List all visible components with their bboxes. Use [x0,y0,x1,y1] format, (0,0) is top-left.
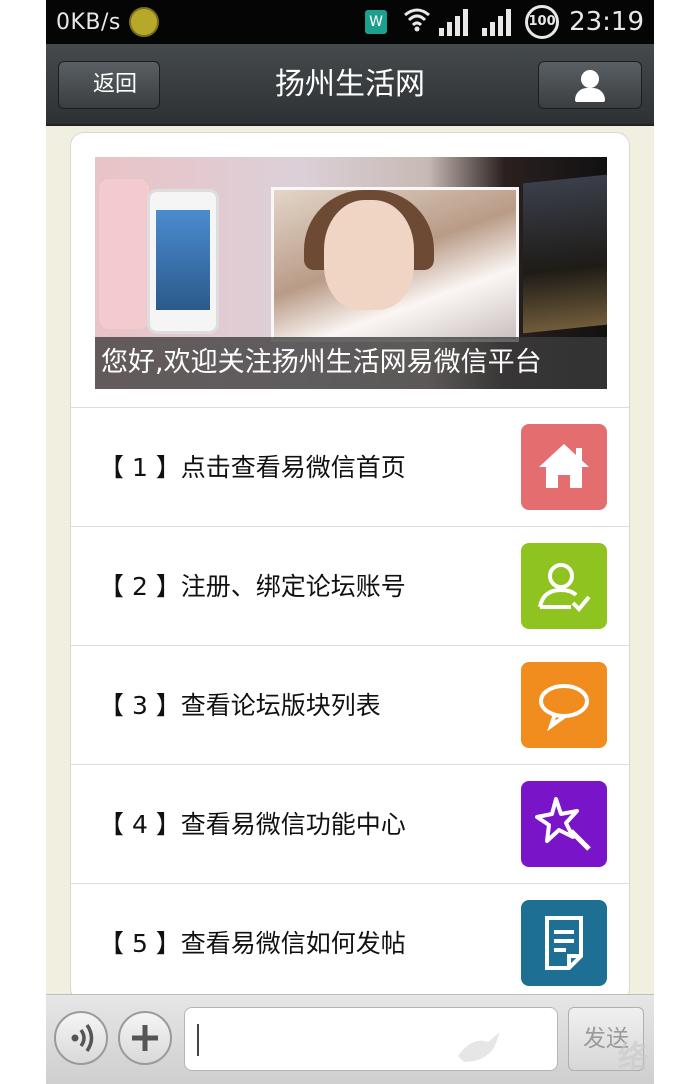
menu-item-register[interactable]: 【 2 】注册、绑定论坛账号 [71,526,629,645]
frame-right [654,0,700,1084]
banner-image[interactable]: 您好,欢迎关注扬州生活网易微信平台 [95,157,607,389]
menu-item-label: 【 2 】注册、绑定论坛账号 [99,572,406,601]
menu-list: 【 1 】点击查看易微信首页 【 2 】注册、绑定论坛账号 【 3 】查看论坛版… [71,407,629,1001]
watermark-bird-icon [458,1032,500,1062]
text-caret [197,1024,199,1056]
back-button[interactable]: 返回 [58,61,160,109]
menu-item-label: 【 4 】查看易微信功能中心 [99,810,406,839]
menu-item-home[interactable]: 【 1 】点击查看易微信首页 [71,407,629,526]
menu-item-how-to-post[interactable]: 【 5 】查看易微信如何发帖 [71,883,629,1001]
w-app-icon: W [365,10,388,34]
banner-caption: 您好,欢迎关注扬州生活网易微信平台 [95,337,607,389]
input-bar: 发送 络 [46,994,654,1084]
menu-item-label: 【 3 】查看论坛版块列表 [99,691,381,720]
menu-item-label: 【 5 】查看易微信如何发帖 [99,929,406,958]
coin-app-icon [128,7,159,37]
title-bar: 扬州生活网 返回 [46,44,654,126]
plus-icon [120,1025,170,1067]
city-photo [523,174,607,334]
menu-item-forum-list[interactable]: 【 3 】查看论坛版块列表 [71,645,629,764]
phone-screen: 0KB/s W 100 23:19 扬州生活网 返回 您好,欢迎关注扬州生活网易… [46,0,654,1084]
signal-icon [439,8,469,36]
profile-button[interactable] [538,61,642,109]
network-speed: 0KB/s [56,9,121,35]
send-button[interactable]: 发送 [568,1007,644,1071]
magic-wand-icon [521,781,607,867]
document-icon [521,900,607,986]
frame-left [0,0,46,1084]
wifi-icon [403,6,431,38]
home-icon [521,424,607,510]
voice-icon [56,1024,106,1067]
chat-bubble-icon [521,662,607,748]
menu-item-label: 【 1 】点击查看易微信首页 [99,453,406,482]
menu-item-feature-center[interactable]: 【 4 】查看易微信功能中心 [71,764,629,883]
phone-graphic [147,189,219,334]
status-bar: 0KB/s W 100 23:19 [46,0,654,44]
clock: 23:19 [569,7,644,37]
message-card: 您好,欢迎关注扬州生活网易微信平台 【 1 】点击查看易微信首页 【 2 】注册… [70,132,630,1002]
signal-icon-2 [482,8,512,36]
battery-indicator: 100 [525,5,560,39]
phone-back-graphic [99,179,149,329]
add-button[interactable] [118,1011,172,1065]
banner-photo [271,187,519,342]
user-check-icon [521,543,607,629]
voice-button[interactable] [54,1011,108,1065]
